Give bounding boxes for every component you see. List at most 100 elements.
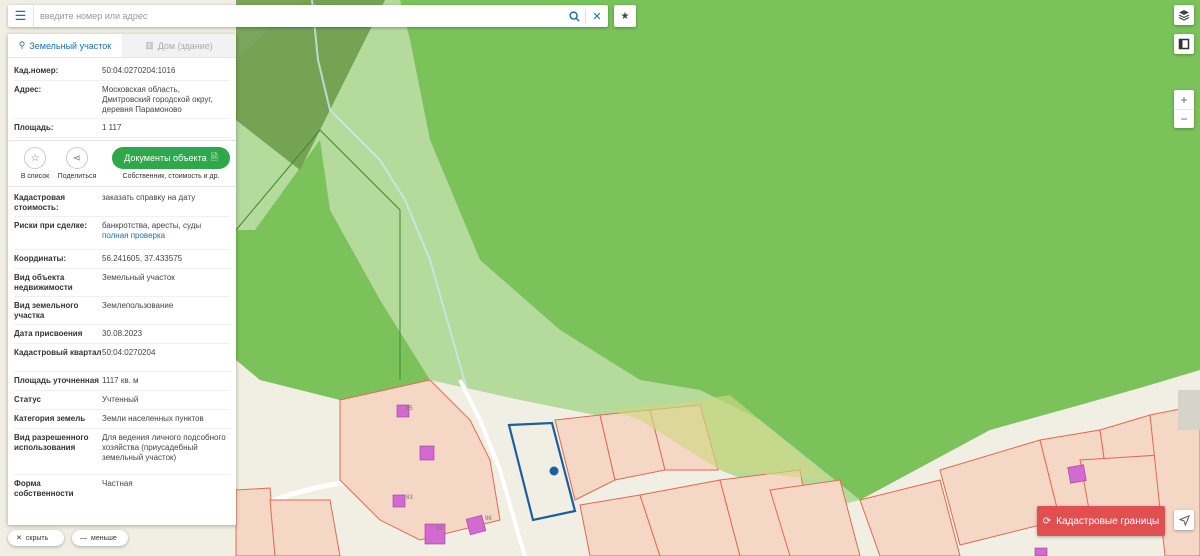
tab-land-plot[interactable]: ⚲ Земельный участок — [8, 34, 122, 57]
plot — [235, 487, 276, 556]
summary-rows: Кад.номер: 50:04:0270204:1016 Адрес: Мос… — [8, 58, 236, 138]
row-label: Риски при сделке: — [14, 221, 87, 230]
row-label: Адрес: — [14, 85, 42, 94]
order-certificate-link[interactable]: заказать справку на дату — [102, 193, 230, 212]
row-label: Статус — [14, 395, 41, 404]
row-value: Для ведения личного подсобного хозяйства… — [102, 433, 226, 462]
detail-row: Площадь уточненная 1117 кв. м — [14, 372, 230, 391]
area-row: Площадь: 1 117 — [14, 119, 230, 138]
row-label: Координаты: — [14, 254, 67, 263]
share-button[interactable]: ⋖ Поделиться — [56, 147, 98, 180]
full-check-link[interactable]: полная проверка — [102, 231, 230, 241]
house-number: 92 — [436, 526, 443, 532]
detail-row: Дата присвоения 30.08.2023 — [14, 325, 230, 344]
coordinates-value: 56.241605, 37.433575 — [102, 254, 183, 263]
detail-row: Статус Учтенный — [14, 391, 230, 410]
cadastral-map-button[interactable] — [1174, 34, 1194, 54]
cadastral-boundaries-label: Кадастровые границы — [1056, 515, 1160, 527]
share-icon: ⋖ — [66, 147, 88, 169]
menu-button[interactable]: ☰ — [8, 5, 34, 27]
documents-subtitle: Собственник, стоимость и др. — [122, 173, 220, 180]
row-value: 30.08.2023 — [102, 329, 143, 338]
building-icon: ▥ — [145, 40, 154, 50]
layers-button[interactable] — [1174, 5, 1194, 25]
detail-row: Вид земельного участка Землепользование — [14, 297, 230, 325]
detail-row: Форма собственности Частная — [14, 475, 230, 503]
building — [1034, 547, 1048, 556]
map-pin-icon: ⚲ — [18, 40, 26, 50]
panel-actions: ☆ В список ⋖ Поделиться Документы объект… — [8, 140, 236, 187]
detail-rows: Кадастровая стоимость: заказать справку … — [8, 189, 236, 503]
detail-row: Вид разрешенного использования Для веден… — [14, 429, 230, 475]
address-value: Московская область, Дмитровский городско… — [102, 85, 213, 114]
cadastral-boundaries-button[interactable]: ⟳ Кадастровые границы — [1037, 506, 1165, 536]
star-outline-icon: ☆ — [24, 147, 46, 169]
selected-plot-marker[interactable] — [549, 466, 559, 476]
row-value: Земли населенных пунктов — [102, 414, 204, 423]
row-label: Форма собственности — [14, 479, 74, 498]
detail-row: Категория земель Земли населенных пункто… — [14, 410, 230, 429]
tab-label: Земельный участок — [29, 40, 112, 51]
search-input[interactable] — [34, 6, 563, 26]
coordinates-row: Координаты: 56.241605, 37.433575 — [14, 250, 230, 269]
panel-tabs: ⚲ Земельный участок ▥ Дом (здание) — [8, 34, 236, 58]
row-label: Кадастровая стоимость: — [14, 193, 66, 212]
building — [392, 494, 406, 508]
square-icon — [1178, 38, 1190, 50]
house-number: 83 — [406, 495, 413, 501]
zoom-in-button[interactable]: + — [1174, 90, 1194, 109]
search-button[interactable] — [563, 5, 585, 27]
row-label: Вид земельного участка — [14, 301, 79, 320]
cadastral-cost-row: Кадастровая стоимость: заказать справку … — [14, 189, 230, 217]
row-value: Учтенный — [102, 395, 139, 404]
row-label: Категория земель — [14, 414, 86, 423]
zoom-controls: + − — [1174, 90, 1194, 128]
navigation-arrow-icon — [1178, 514, 1190, 526]
add-to-list-button[interactable]: ☆ В список — [14, 147, 56, 180]
menu-icon: ☰ — [14, 8, 27, 23]
add-to-list-label: В список — [20, 173, 50, 180]
risks-value: банкротства, аресты, суды полная проверк… — [102, 221, 230, 245]
plus-icon: + — [1180, 92, 1188, 107]
document-icon: 🗎 — [210, 152, 218, 162]
address-row: Адрес: Московская область, Дмитровский г… — [14, 81, 230, 119]
minus-icon: — — [80, 534, 87, 542]
row-label: Площадь уточненная — [14, 376, 99, 385]
object-info-panel: ⚲ Земельный участок ▥ Дом (здание) Кад.н… — [8, 34, 236, 525]
documents-section: Документы объекта 🗎 Собственник, стоимос… — [110, 147, 232, 180]
cadastral-number-link[interactable]: 50:04:0270204:1016 — [102, 66, 230, 76]
favorites-button[interactable]: ★ — [614, 5, 636, 27]
tab-label: Дом (здание) — [157, 40, 213, 51]
refresh-icon: ⟳ — [1042, 515, 1052, 527]
hide-panel-button[interactable]: ✕ скрыть — [8, 530, 64, 546]
grey-structure — [1178, 390, 1200, 430]
row-label: Кадастровый квартал — [14, 348, 102, 357]
area-value: 1 117 — [102, 123, 122, 132]
row-value: Землепользование — [102, 301, 174, 310]
search-bar: ☰ ✕ — [8, 5, 608, 27]
row-label: Площадь: — [14, 123, 54, 132]
row-label: Кад.номер: — [14, 66, 59, 75]
hide-label: скрыть — [25, 534, 49, 542]
search-icon — [568, 10, 580, 22]
risks-row: Риски при сделке: банкротства, аресты, с… — [14, 217, 230, 250]
minus-icon: − — [1180, 112, 1188, 126]
geolocate-button[interactable] — [1174, 510, 1194, 530]
clear-search-button[interactable]: ✕ — [586, 5, 608, 27]
row-value: 1117 кв. м — [102, 376, 139, 385]
building — [419, 445, 435, 461]
tab-building[interactable]: ▥ Дом (здание) — [122, 34, 236, 57]
collapse-panel-button[interactable]: — меньше — [72, 530, 128, 546]
row-value: Земельный участок — [102, 273, 175, 282]
zoom-out-button[interactable]: − — [1174, 109, 1194, 128]
close-icon: ✕ — [16, 535, 22, 542]
documents-button[interactable]: Документы объекта 🗎 — [112, 147, 230, 169]
risks-text: банкротства, аресты, суды — [102, 221, 202, 230]
documents-button-label: Документы объекта — [124, 153, 207, 163]
share-label: Поделиться — [57, 173, 97, 180]
star-icon: ★ — [620, 10, 630, 22]
row-label: Дата присвоения — [14, 329, 83, 338]
detail-row: Вид объекта недвижимости Земельный участ… — [14, 269, 230, 297]
less-label: меньше — [91, 534, 117, 542]
detail-row: Кадастровый квартал 50:04:0270204 — [14, 344, 230, 372]
